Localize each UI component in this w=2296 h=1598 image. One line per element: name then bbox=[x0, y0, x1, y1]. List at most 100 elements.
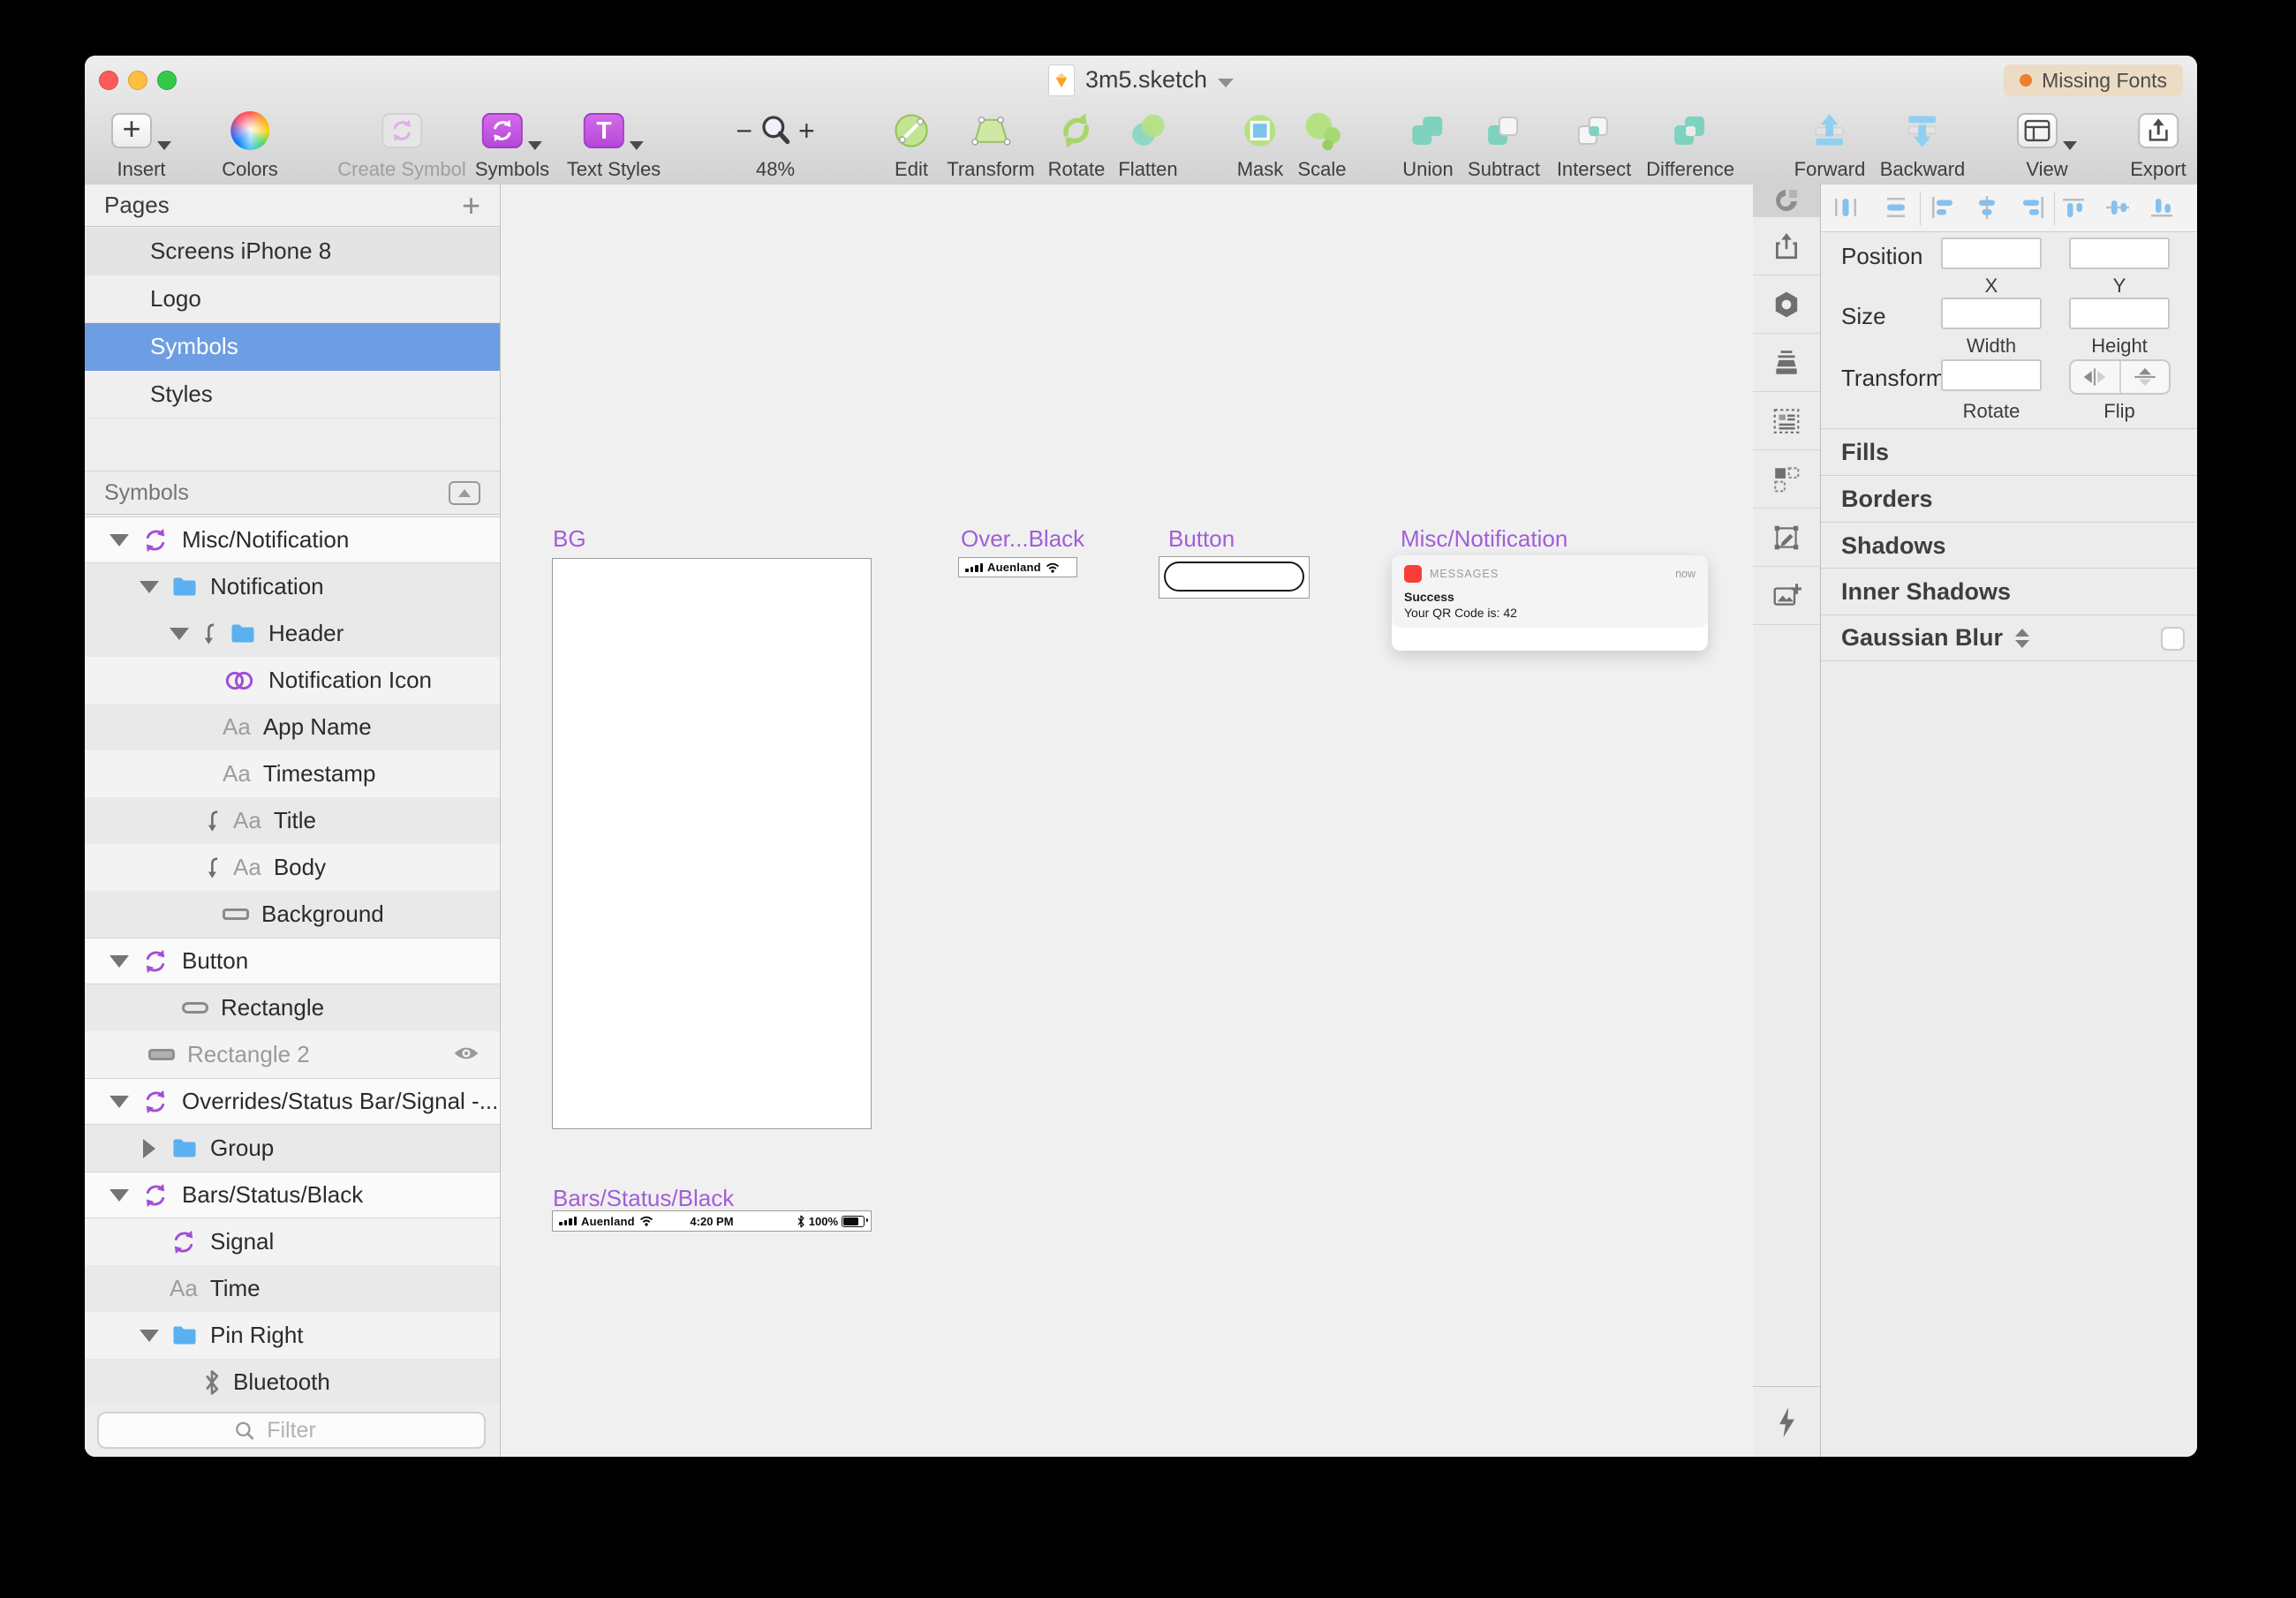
size-height-input[interactable] bbox=[2069, 298, 2170, 329]
edit-button[interactable]: Edit bbox=[891, 109, 932, 181]
layer-row-timestamp[interactable]: Aa Timestamp bbox=[85, 750, 500, 797]
artboard-label-over-black[interactable]: Over...Black bbox=[961, 525, 1084, 553]
data-panel-button[interactable] bbox=[1753, 392, 1820, 450]
canvas[interactable]: BG Over...Black Auenland Button Misc/N bbox=[501, 185, 1753, 1457]
add-page-button[interactable]: + bbox=[462, 190, 480, 222]
artboard-bg[interactable] bbox=[553, 559, 871, 1128]
align-left-icon[interactable] bbox=[1928, 194, 1958, 221]
layer-row-button[interactable]: Button bbox=[85, 938, 500, 984]
align-bottom-icon[interactable] bbox=[2149, 194, 2179, 221]
artboard-label-button[interactable]: Button bbox=[1168, 525, 1235, 553]
sync-panel-button[interactable] bbox=[1753, 217, 1820, 275]
artboard-button[interactable] bbox=[1159, 557, 1309, 598]
disclosure-down-icon[interactable] bbox=[110, 1189, 129, 1202]
layer-row-rectangle[interactable]: Rectangle bbox=[85, 984, 500, 1031]
flatten-button[interactable]: Flatten bbox=[1118, 109, 1177, 181]
align-right-icon[interactable] bbox=[2018, 194, 2048, 221]
align-middle-vertical-icon[interactable] bbox=[2104, 194, 2134, 221]
transform-button[interactable]: Transform bbox=[947, 109, 1034, 181]
duplicate-panel-button[interactable] bbox=[1753, 450, 1820, 509]
layer-row-notification[interactable]: Notification bbox=[85, 563, 500, 610]
filter-input[interactable] bbox=[99, 1413, 484, 1447]
disclosure-down-icon[interactable] bbox=[110, 1096, 129, 1108]
layer-row-group[interactable]: Group bbox=[85, 1125, 500, 1172]
layer-row-pin-right[interactable]: Pin Right bbox=[85, 1312, 500, 1359]
layer-row-rectangle-2[interactable]: Rectangle 2 bbox=[85, 1031, 500, 1078]
rotate-button[interactable]: Rotate bbox=[1048, 109, 1106, 181]
visibility-eye-icon[interactable] bbox=[452, 1044, 480, 1063]
artboard-list-icon[interactable] bbox=[449, 481, 480, 505]
shadows-section-header[interactable]: Shadows bbox=[1821, 522, 2197, 569]
photos-panel-button[interactable] bbox=[1753, 567, 1820, 625]
page-item-symbols[interactable]: Symbols bbox=[85, 323, 500, 371]
fills-section-header[interactable]: Fills bbox=[1821, 428, 2197, 475]
page-item-logo[interactable]: Logo bbox=[85, 275, 500, 323]
disclosure-down-icon[interactable] bbox=[110, 955, 129, 968]
disclosure-right-icon[interactable] bbox=[143, 1139, 155, 1158]
backward-button[interactable]: Backward bbox=[1880, 109, 1966, 181]
colors-button[interactable]: Colors bbox=[222, 109, 278, 181]
artboard-misc-notification[interactable]: MESSAGES now Success Your QR Code is: 42 bbox=[1392, 555, 1708, 651]
magnifier-icon[interactable] bbox=[758, 113, 793, 148]
disclosure-down-icon[interactable] bbox=[110, 534, 129, 546]
gaussian-blur-checkbox[interactable] bbox=[2161, 627, 2185, 651]
position-y-input[interactable] bbox=[2069, 237, 2170, 269]
plugin-actions-cell[interactable] bbox=[1753, 1386, 1820, 1457]
text-styles-button[interactable]: T Text Styles bbox=[567, 109, 661, 181]
artboard-label-bars-status-black[interactable]: Bars/Status/Black bbox=[553, 1185, 734, 1212]
borders-section-header[interactable]: Borders bbox=[1821, 475, 2197, 522]
align-top-icon[interactable] bbox=[2060, 194, 2090, 221]
settings-panel-button[interactable] bbox=[1753, 275, 1820, 334]
forward-button[interactable]: Forward bbox=[1794, 109, 1866, 181]
zoom-out-button[interactable]: − bbox=[736, 117, 752, 145]
rotate-input[interactable] bbox=[1941, 359, 2042, 391]
align-center-horizontal-icon[interactable] bbox=[1972, 194, 2002, 221]
inner-shadows-section-header[interactable]: Inner Shadows bbox=[1821, 568, 2197, 614]
flip-horizontal-button[interactable] bbox=[2071, 361, 2121, 393]
distribute-vertically-icon[interactable] bbox=[1881, 194, 1911, 221]
layer-row-signal[interactable]: Signal bbox=[85, 1218, 500, 1265]
craft-panel-button[interactable] bbox=[1753, 185, 1820, 217]
layer-row-app-name[interactable]: Aa App Name bbox=[85, 704, 500, 750]
union-button[interactable]: Union bbox=[1402, 109, 1453, 181]
gaussian-blur-section-header[interactable]: Gaussian Blur bbox=[1821, 614, 2197, 661]
layer-row-bars-status-black[interactable]: Bars/Status/Black bbox=[85, 1172, 500, 1218]
missing-fonts-badge[interactable]: Missing Fonts bbox=[2004, 64, 2183, 96]
filter-field[interactable] bbox=[97, 1412, 486, 1449]
mask-button[interactable]: Mask bbox=[1237, 109, 1284, 181]
view-button[interactable]: View bbox=[2017, 109, 2077, 181]
zoom-in-button[interactable]: + bbox=[798, 117, 815, 145]
artboard-bars-status-black[interactable]: Auenland 4:20 PM 100% bbox=[553, 1211, 871, 1231]
titlebar[interactable]: 3m5.sketch Missing Fonts bbox=[85, 56, 2197, 104]
symbols-button[interactable]: Symbols bbox=[475, 109, 549, 181]
intersect-button[interactable]: Intersect bbox=[1557, 109, 1631, 181]
layer-row-title[interactable]: Aa Title bbox=[85, 797, 500, 844]
layer-row-header[interactable]: Header bbox=[85, 610, 500, 657]
distribute-horizontally-icon[interactable] bbox=[1831, 194, 1861, 221]
disclosure-down-icon[interactable] bbox=[170, 628, 189, 640]
artboard-over-black[interactable]: Auenland bbox=[959, 558, 1076, 577]
position-x-input[interactable] bbox=[1941, 237, 2042, 269]
layer-row-body[interactable]: Aa Body bbox=[85, 844, 500, 891]
page-item-styles[interactable]: Styles bbox=[85, 371, 500, 418]
stamp-panel-button[interactable] bbox=[1753, 334, 1820, 392]
layer-row-background[interactable]: Background bbox=[85, 891, 500, 938]
layer-row-time[interactable]: Aa Time bbox=[85, 1265, 500, 1312]
scale-button[interactable]: Scale bbox=[1297, 109, 1346, 181]
insert-button[interactable]: + Insert bbox=[111, 109, 171, 181]
layer-row-misc-notification[interactable]: Misc/Notification bbox=[85, 516, 500, 563]
blur-type-stepper-icon[interactable] bbox=[2015, 629, 2029, 648]
export-button[interactable]: Export bbox=[2130, 109, 2186, 181]
layer-row-overrides-status-bar-signal[interactable]: Overrides/Status Bar/Signal -... bbox=[85, 1078, 500, 1125]
difference-button[interactable]: Difference bbox=[1646, 109, 1734, 181]
artboard-label-misc-notification[interactable]: Misc/Notification bbox=[1401, 525, 1567, 553]
layer-row-bluetooth[interactable]: Bluetooth bbox=[85, 1359, 500, 1406]
title-chevron-icon[interactable] bbox=[1218, 79, 1234, 87]
styles-panel-button[interactable] bbox=[1753, 509, 1820, 567]
disclosure-down-icon[interactable] bbox=[140, 581, 159, 593]
subtract-button[interactable]: Subtract bbox=[1468, 109, 1540, 181]
size-width-input[interactable] bbox=[1941, 298, 2042, 329]
artboard-label-bg[interactable]: BG bbox=[553, 525, 586, 553]
flip-vertical-button[interactable] bbox=[2121, 361, 2170, 393]
page-item-screens-iphone-8[interactable]: Screens iPhone 8 bbox=[85, 228, 500, 275]
